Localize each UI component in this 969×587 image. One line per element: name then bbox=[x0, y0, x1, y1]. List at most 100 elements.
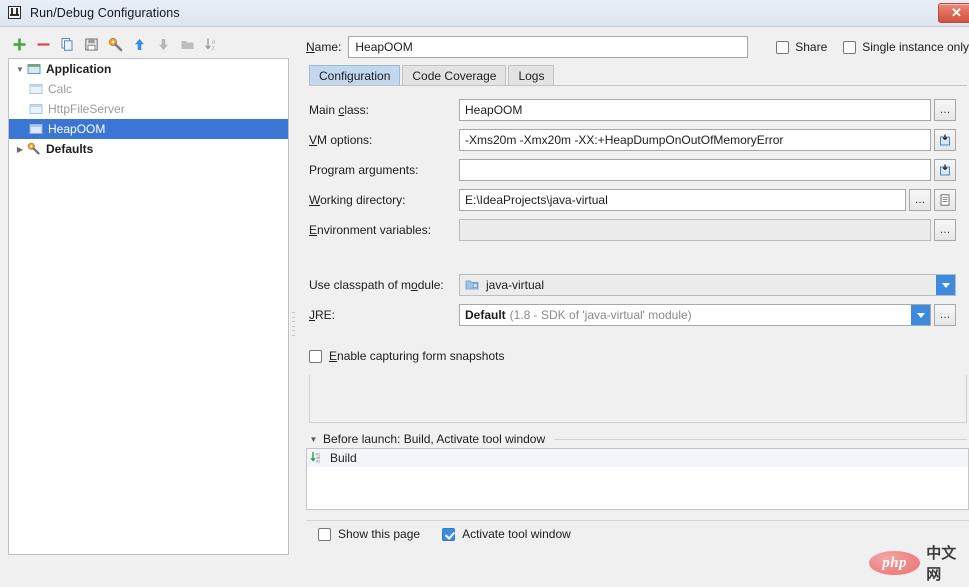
single-instance-label: Single instance only bbox=[862, 40, 969, 54]
edit-defaults-button[interactable] bbox=[104, 33, 126, 55]
main-class-input[interactable]: HeapOOM bbox=[459, 99, 931, 121]
move-up-button[interactable] bbox=[128, 33, 150, 55]
enable-capturing-form-snapshots-checkbox[interactable] bbox=[309, 350, 322, 363]
configuration-scroll-area bbox=[309, 375, 967, 423]
remove-configuration-button[interactable] bbox=[32, 33, 54, 55]
working-directory-browse-button[interactable]: … bbox=[909, 189, 931, 211]
vm-options-expand-button[interactable] bbox=[934, 129, 956, 151]
watermark-site-text: 中文网 bbox=[926, 542, 969, 584]
panel-splitter[interactable] bbox=[290, 27, 298, 587]
php-logo-text: php bbox=[882, 555, 907, 572]
expand-arrow-icon[interactable]: ▼ bbox=[309, 435, 318, 444]
environment-variables-label: Environment variables: bbox=[309, 223, 459, 237]
single-instance-checkbox-group[interactable]: Single instance only bbox=[843, 40, 969, 54]
tree-item-label: Defaults bbox=[46, 142, 93, 156]
vm-options-label: VM options: bbox=[309, 133, 459, 147]
collapse-arrow-icon[interactable]: ▶ bbox=[13, 142, 27, 156]
share-checkbox[interactable] bbox=[776, 41, 789, 54]
bottom-options: Show this page Activate tool window bbox=[318, 527, 571, 541]
program-arguments-label: Program arguments: bbox=[309, 163, 459, 177]
single-instance-checkbox[interactable] bbox=[843, 41, 856, 54]
share-label: Share bbox=[795, 40, 827, 54]
svg-text:01: 01 bbox=[316, 461, 320, 464]
tree-item-label: Calc bbox=[48, 82, 72, 96]
activate-tool-window-group[interactable]: Activate tool window bbox=[442, 527, 571, 541]
use-classpath-of-module-label: Use classpath of module: bbox=[309, 278, 459, 292]
vm-options-input[interactable]: -Xms20m -Xmx20m -XX:+HeapDumpOnOutOfMemo… bbox=[459, 129, 931, 151]
list-item[interactable]: 01 10 01 Build bbox=[307, 449, 968, 467]
name-input[interactable]: HeapOOM bbox=[348, 36, 748, 58]
working-directory-input[interactable]: E:\IdeaProjects\java-virtual bbox=[459, 189, 906, 211]
before-launch-title: Before launch: Build, Activate tool wind… bbox=[323, 432, 545, 446]
add-configuration-button[interactable] bbox=[8, 33, 30, 55]
working-directory-label: Working directory: bbox=[309, 193, 459, 207]
activate-tool-window-checkbox[interactable] bbox=[442, 528, 455, 541]
tree-item-defaults[interactable]: ▶ Defaults bbox=[9, 139, 288, 159]
environment-variables-input[interactable] bbox=[459, 219, 931, 241]
tree-item-heapoom[interactable]: HeapOOM bbox=[9, 119, 288, 139]
expand-arrow-icon[interactable]: ▼ bbox=[13, 62, 27, 76]
main-class-row: Main class: HeapOOM … bbox=[309, 99, 967, 121]
main-class-browse-button[interactable]: … bbox=[934, 99, 956, 121]
window-title: Run/Debug Configurations bbox=[30, 6, 180, 20]
program-arguments-expand-button[interactable] bbox=[934, 159, 956, 181]
new-folder-button[interactable] bbox=[176, 33, 198, 55]
main-class-label: Main class: bbox=[309, 103, 459, 117]
jre-row: JRE: Default (1.8 - SDK of 'java-virtual… bbox=[309, 304, 967, 326]
configurations-tree[interactable]: ▼ Application Calc bbox=[8, 58, 289, 555]
idea-run-config-icon bbox=[7, 5, 23, 21]
jre-value-detail: (1.8 - SDK of 'java-virtual' module) bbox=[510, 308, 692, 322]
tree-item-label: HttpFileServer bbox=[48, 102, 125, 116]
tab-logs[interactable]: Logs bbox=[508, 65, 554, 86]
chevron-down-icon[interactable] bbox=[936, 275, 955, 295]
share-checkbox-group[interactable]: Share bbox=[776, 40, 827, 54]
jre-combo[interactable]: Default (1.8 - SDK of 'java-virtual' mod… bbox=[459, 304, 931, 326]
show-this-page-group[interactable]: Show this page bbox=[318, 527, 420, 541]
before-launch-task-list[interactable]: 01 10 01 Build bbox=[306, 448, 969, 510]
working-directory-row: Working directory: E:\IdeaProjects\java-… bbox=[309, 189, 967, 211]
save-configuration-button[interactable] bbox=[80, 33, 102, 55]
run-debug-configurations-dialog: Run/Debug Configurations ✕ bbox=[0, 0, 969, 587]
splitter-grip-icon bbox=[292, 312, 296, 336]
environment-variables-row: Environment variables: … bbox=[309, 219, 967, 241]
tree-item-calc[interactable]: Calc bbox=[9, 79, 288, 99]
use-classpath-of-module-value: java-virtual bbox=[486, 278, 544, 292]
copy-configuration-button[interactable] bbox=[56, 33, 78, 55]
run-config-icon bbox=[29, 82, 45, 96]
jre-value-default: Default bbox=[465, 308, 506, 322]
activate-tool-window-label: Activate tool window bbox=[462, 527, 571, 541]
enable-capturing-form-snapshots-group[interactable]: Enable capturing form snapshots bbox=[309, 349, 504, 363]
tree-item-label: Application bbox=[46, 62, 111, 76]
build-icon: 01 10 01 bbox=[310, 451, 323, 465]
defaults-wrench-icon bbox=[27, 142, 43, 156]
configurations-toolbar: a z bbox=[0, 31, 296, 57]
configurations-panel: a z ▼ Application bbox=[0, 27, 296, 587]
program-arguments-row: Program arguments: bbox=[309, 159, 967, 181]
chevron-down-icon[interactable] bbox=[911, 305, 930, 325]
run-config-icon bbox=[29, 122, 45, 136]
tabs-underline bbox=[309, 85, 967, 86]
program-arguments-input[interactable] bbox=[459, 159, 931, 181]
run-config-icon bbox=[29, 102, 45, 116]
show-this-page-checkbox[interactable] bbox=[318, 528, 331, 541]
use-classpath-of-module-combo[interactable]: java-virtual bbox=[459, 274, 956, 296]
before-launch-rule bbox=[554, 439, 967, 440]
watermark: php 中文网 bbox=[869, 542, 969, 584]
editor-tabs[interactable]: Configuration Code Coverage Logs bbox=[309, 65, 967, 86]
jre-browse-button[interactable]: … bbox=[934, 304, 956, 326]
tab-code-coverage[interactable]: Code Coverage bbox=[402, 65, 506, 86]
move-down-button[interactable] bbox=[152, 33, 174, 55]
tab-configuration[interactable]: Configuration bbox=[309, 65, 400, 86]
application-group-icon bbox=[27, 62, 43, 76]
enable-capturing-form-snapshots-label: Enable capturing form snapshots bbox=[329, 349, 504, 363]
svg-text:z: z bbox=[212, 45, 215, 51]
sort-configurations-button[interactable]: a z bbox=[200, 33, 222, 55]
jre-label: JRE: bbox=[309, 308, 459, 322]
name-label: Name: bbox=[306, 40, 341, 54]
tree-item-application[interactable]: ▼ Application bbox=[9, 59, 288, 79]
list-item-label: Build bbox=[330, 451, 357, 465]
close-window-button[interactable]: ✕ bbox=[938, 3, 969, 23]
tree-item-httpfileserver[interactable]: HttpFileServer bbox=[9, 99, 288, 119]
insert-macro-icon[interactable] bbox=[934, 189, 956, 211]
environment-variables-browse-button[interactable]: … bbox=[934, 219, 956, 241]
